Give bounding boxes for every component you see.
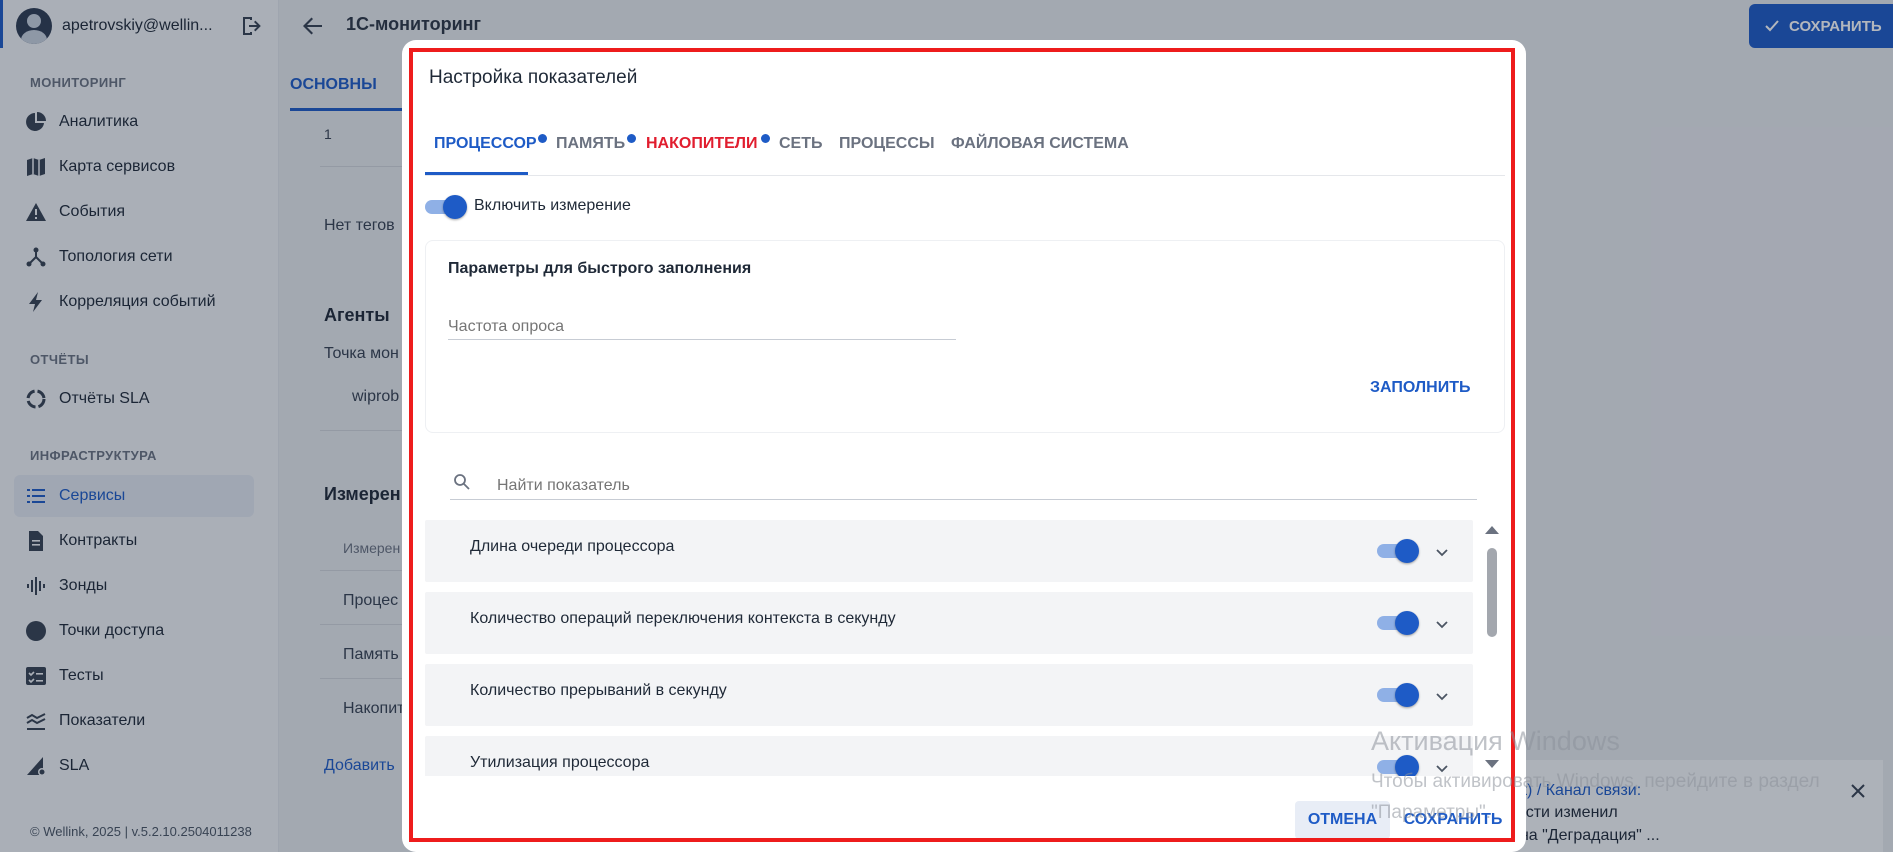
quick-fill-title: Параметры для быстрого заполнения — [448, 260, 752, 277]
fill-button[interactable]: ЗАПОЛНИТЬ — [1370, 379, 1470, 397]
scrollbar-thumb[interactable] — [1487, 548, 1497, 637]
changed-indicator-icon — [761, 134, 770, 143]
metric-search-input[interactable] — [450, 472, 1477, 500]
metric-row[interactable]: Количество прерываний в секунду — [425, 664, 1473, 726]
metric-toggle[interactable] — [1377, 539, 1419, 563]
metric-toggle[interactable] — [1377, 683, 1419, 707]
metric-row[interactable]: Количество операций переключения контекс… — [425, 592, 1473, 654]
tab-label: СЕТЬ — [779, 135, 823, 152]
metric-toggle[interactable] — [1377, 611, 1419, 635]
changed-indicator-icon — [627, 134, 636, 143]
windows-activation-watermark: Активация Windows — [1371, 726, 1620, 756]
dialog-title: Настройка показателей — [429, 67, 638, 88]
enable-measurement-toggle[interactable] — [425, 195, 467, 219]
chevron-down-icon[interactable] — [1433, 544, 1451, 562]
changed-indicator-icon — [538, 134, 547, 143]
tab-processes[interactable]: ПРОЦЕССЫ — [839, 124, 935, 175]
tab-label: ПАМЯТЬ — [556, 135, 626, 152]
metric-name: Длина очереди процессора — [470, 538, 675, 555]
metric-name: Количество операций переключения контекс… — [470, 610, 896, 627]
chevron-down-icon[interactable] — [1433, 616, 1451, 634]
tab-storage[interactable]: НАКОПИТЕЛИ — [646, 124, 758, 175]
tab-cpu[interactable]: ПРОЦЕССОР — [425, 124, 537, 175]
enable-measurement-label: Включить измерение — [474, 197, 631, 214]
search-icon — [452, 472, 472, 492]
metric-row[interactable]: Длина очереди процессора — [425, 520, 1473, 582]
metric-name: Утилизация процессора — [470, 754, 650, 771]
tab-network[interactable]: СЕТЬ — [779, 124, 823, 175]
poll-frequency-input[interactable] — [448, 314, 956, 340]
tab-label: ПРОЦЕССЫ — [839, 135, 935, 152]
metric-category-tabs: ПРОЦЕССОР ПАМЯТЬ НАКОПИТЕЛИ СЕТЬ ПРОЦЕСС… — [425, 124, 1505, 176]
tab-label: НАКОПИТЕЛИ — [646, 135, 758, 152]
tab-filesystem[interactable]: ФАЙЛОВАЯ СИСТЕМА — [951, 124, 1129, 175]
scroll-up-arrow-icon[interactable] — [1485, 526, 1499, 534]
tab-memory[interactable]: ПАМЯТЬ — [556, 124, 625, 175]
metric-list: Длина очереди процессора Количество опер… — [425, 520, 1473, 776]
tab-label: ФАЙЛОВАЯ СИСТЕМА — [951, 135, 1129, 152]
windows-activation-hint: Чтобы активировать Windows, перейдите в … — [1371, 771, 1820, 823]
tab-label: ПРОЦЕССОР — [434, 135, 537, 152]
chevron-down-icon[interactable] — [1433, 688, 1451, 706]
metric-row[interactable]: Утилизация процессора — [425, 736, 1473, 776]
metric-name: Количество прерываний в секунду — [470, 682, 727, 699]
